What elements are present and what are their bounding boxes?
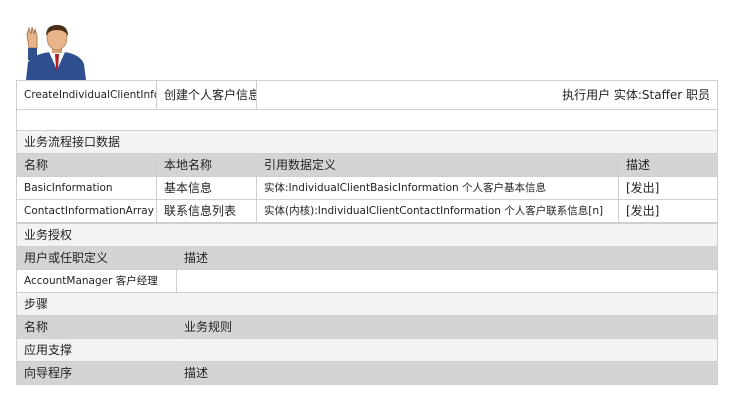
spacer-row [16,109,718,131]
column-header-description: 描述 [175,246,719,270]
cell-reference: 实体:IndividualClientBasicInformation 个人客户… [256,176,619,200]
operation-spec-table: CreateIndividualClientInformation 创建个人客户… [15,80,719,385]
cell-reference: 实体(内核):IndividualClientContactInformatio… [256,199,619,223]
section-title-interface: 业务流程接口数据 [16,130,718,154]
column-header-description: 描述 [175,361,719,385]
cell-description: [发出] [618,176,718,200]
staffer-avatar-icon [26,25,86,80]
operation-id: CreateIndividualClientInformation [24,89,156,101]
executor-label: 执行用户 实体:Staffer 职员 [562,87,710,102]
column-header-description: 描述 [618,153,718,177]
column-header-local-name: 本地名称 [156,153,257,177]
executor-cell: 执行用户 实体:Staffer 职员 [256,80,718,110]
cell-local-name: 联系信息列表 [156,199,257,223]
cell-description [175,269,719,293]
cell-description: [发出] [618,199,718,223]
cell-name: ContactInformationArray [16,199,157,223]
cell-local-name: 基本信息 [156,176,257,200]
operation-name: 创建个人客户信息 [164,87,257,102]
operation-name-cell: 创建个人客户信息 [156,80,257,110]
table-row: BasicInformation 基本信息 实体:IndividualClien… [16,176,718,200]
table-row: AccountManager 客户经理 [16,269,719,293]
cell-name: BasicInformation [16,176,157,200]
table-row: ContactInformationArray 联系信息列表 实体(内核):In… [16,199,718,223]
column-header-reference: 引用数据定义 [256,153,619,177]
operation-id-cell: CreateIndividualClientInformation [16,80,157,110]
column-header-step-name: 名称 [16,315,177,339]
column-header-business-rule: 业务规则 [175,315,719,339]
section-title-authorization: 业务授权 [15,223,719,247]
section-title-app-support: 应用支撑 [15,338,719,362]
section-title-steps: 步骤 [15,292,719,316]
column-header-name: 名称 [16,153,157,177]
cell-role: AccountManager 客户经理 [16,269,177,293]
column-header-role: 用户或任职定义 [16,246,177,270]
column-header-wizard: 向导程序 [16,361,177,385]
